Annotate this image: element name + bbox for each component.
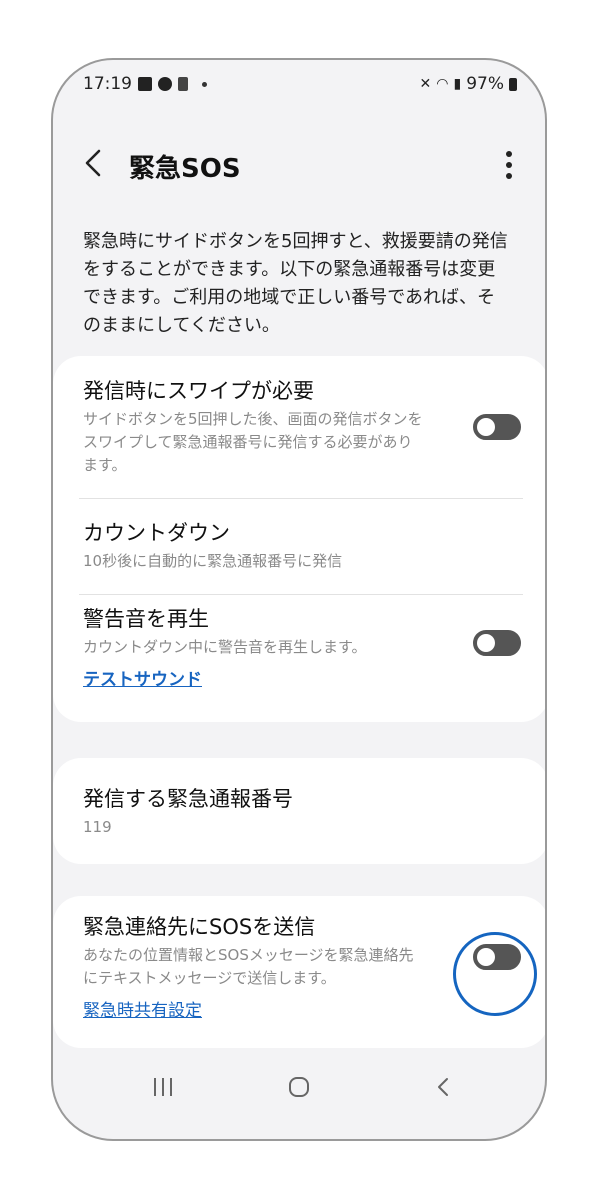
setting-send-sos[interactable]: 緊急連絡先にSOSを送信 あなたの位置情報とSOSメッセージを緊急連絡先にテキス… [83,912,423,1021]
highlight-circle [453,932,537,1016]
setting-title: カウントダウン [83,521,230,545]
page-title: 緊急SOS [129,154,241,184]
dot-icon [202,81,207,87]
sos-description: 緊急時にサイドボタンを5回押すと、救援要請の発信をすることができます。以下の緊急… [83,231,508,336]
mute-icon: ✕ [419,76,432,92]
signal-icon: ▮ [453,76,462,92]
setting-countdown[interactable]: カウントダウン 10秒後に自動的に緊急通報番号に発信 [83,518,423,573]
setting-subtitle: 10秒後に自動的に緊急通報番号に発信 [83,552,343,570]
setting-subtitle: あなたの位置情報とSOSメッセージを緊急連絡先にテキストメッセージで送信します。 [83,946,414,987]
test-sound-link[interactable]: テストサウンド [83,665,423,690]
sos-settings-card: 発信時にスワイプが必要 サイドボタンを5回押した後、画面の発信ボタンをスワイプし… [53,356,545,722]
divider [79,594,523,595]
home-icon[interactable] [287,1075,311,1099]
sharing-settings-link[interactable]: 緊急時共有設定 [83,996,423,1021]
battery-icon [509,77,517,91]
toggle-knob [477,634,495,652]
app-bar: 緊急SOS [53,140,545,190]
setting-emergency-number[interactable]: 発信する緊急通報番号 119 [83,784,423,839]
chevron-left-icon[interactable] [81,148,105,178]
navigation-bar [53,1059,545,1139]
phone-frame: 17:19 ✕ ◠ ▮ 97% 緊急SOS 緊急時にサイドボタンを5回押すと、救… [51,58,547,1141]
setting-title: 発信する緊急通報番号 [83,787,293,811]
setting-title: 緊急連絡先にSOSを送信 [83,915,316,939]
emergency-number-value: 119 [83,818,112,836]
notification-icon [178,77,188,91]
recent-apps-icon[interactable] [151,1075,175,1099]
messenger-icon [158,77,172,91]
battery-label: 97% [466,74,504,94]
more-vertical-icon[interactable] [505,150,513,180]
setting-title: 警告音を再生 [83,607,209,631]
wifi-icon: ◠ [436,76,449,92]
setting-subtitle: サイドボタンを5回押した後、画面の発信ボタンをスワイプして緊急通報番号に発信する… [83,410,423,474]
picture-icon [138,77,152,91]
emergency-number-card[interactable]: 発信する緊急通報番号 119 [53,758,545,864]
setting-title: 発信時にスワイプが必要 [83,379,314,403]
setting-warning-sound[interactable]: 警告音を再生 カウントダウン中に警告音を再生します。 テストサウンド [83,604,423,690]
setting-swipe-to-call[interactable]: 発信時にスワイプが必要 サイドボタンを5回押した後、画面の発信ボタンをスワイプし… [83,376,423,477]
status-time: 17:19 [83,74,132,94]
setting-subtitle: カウントダウン中に警告音を再生します。 [83,638,367,656]
back-icon[interactable] [431,1075,455,1099]
divider [79,498,523,499]
toggle-knob [477,418,495,436]
warning-sound-toggle[interactable] [473,630,521,656]
status-bar: 17:19 ✕ ◠ ▮ 97% [83,74,517,100]
swipe-to-call-toggle[interactable] [473,414,521,440]
